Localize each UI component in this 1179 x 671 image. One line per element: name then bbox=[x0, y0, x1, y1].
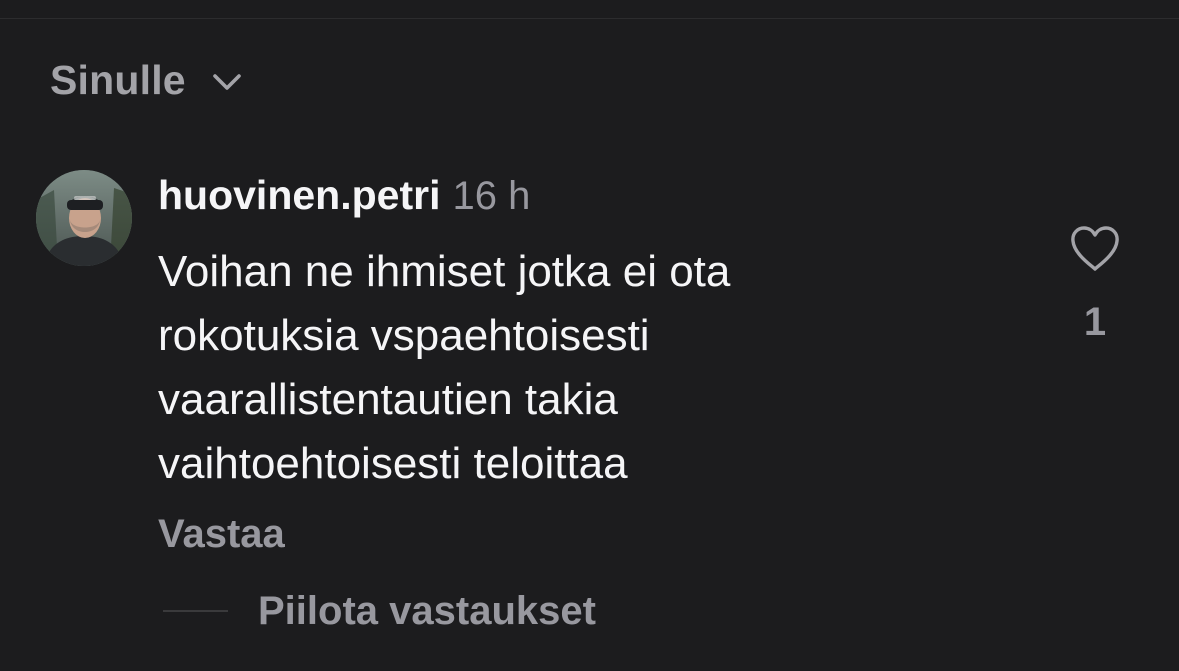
comments-screen: Sinulle huovinen.petri 16 h Voihan ne ih… bbox=[0, 0, 1179, 671]
comment-text-line: vaarallistentautien takia bbox=[158, 375, 618, 424]
hide-replies-button[interactable]: Piilota vastaukset bbox=[163, 584, 596, 638]
avatar[interactable] bbox=[36, 170, 132, 266]
chevron-down-icon bbox=[213, 74, 241, 90]
hide-replies-label: Piilota vastaukset bbox=[258, 588, 596, 633]
comment-header: huovinen.petri 16 h bbox=[158, 172, 530, 226]
sort-label: Sinulle bbox=[50, 56, 186, 103]
comment-text-line: vaihtoehtoisesti teloittaa bbox=[158, 439, 628, 488]
timestamp: 16 h bbox=[452, 174, 531, 218]
user-avatar-icon bbox=[36, 170, 132, 266]
top-divider bbox=[0, 18, 1179, 19]
comment-text: Voihan ne ihmiset jotka ei ota rokotuksi… bbox=[158, 240, 1038, 496]
like-count: 1 bbox=[1083, 300, 1107, 344]
comment-text-line: Voihan ne ihmiset jotka ei ota bbox=[158, 247, 731, 296]
comment-text-line: rokotuksia vspaehtoisesti bbox=[158, 311, 650, 360]
heart-outline-icon bbox=[1071, 226, 1119, 271]
thread-line bbox=[163, 610, 228, 612]
sort-dropdown[interactable]: Sinulle bbox=[50, 52, 242, 108]
like-button[interactable] bbox=[1068, 224, 1122, 274]
reply-button[interactable]: Vastaa bbox=[158, 512, 285, 557]
username[interactable]: huovinen.petri bbox=[158, 172, 440, 219]
